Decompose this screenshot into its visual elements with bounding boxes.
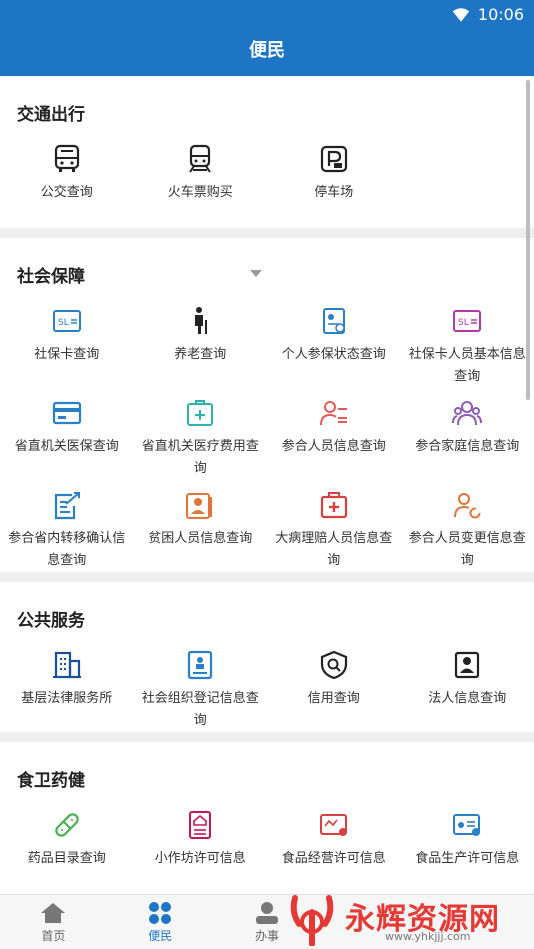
grid-item[interactable]: 省直机关医保查询 [0,398,134,490]
svg-text:SL: SL [458,318,469,328]
grid-item-label: 贫困人员信息查询 [148,531,253,546]
grid-item[interactable]: 信用查询 [267,650,401,732]
grid-item[interactable]: 个人参保状态查询 [267,306,401,398]
grid-item-label: 养老查询 [174,347,227,362]
status-bar: 10:06 [0,0,534,30]
id-card-icon [319,306,349,336]
grid-item-label: 法人信息查询 [428,691,507,706]
building-icon [52,650,82,680]
grid-item[interactable]: 参合人员信息查询 [267,398,401,490]
grid-item[interactable]: 社会组织登记信息查询 [134,650,268,732]
page-title: 便民 [0,30,534,76]
grid-item-label: 大病理赔人员信息查询 [275,531,393,568]
section-title: 交通出行 [17,105,85,125]
section-title: 食卫药健 [17,771,85,791]
person-refresh-icon [452,490,482,520]
family-icon [452,398,483,428]
parking-icon [319,144,349,174]
tab-home[interactable]: 首页 [0,895,107,949]
grid-item-label: 省直机关医保查询 [14,439,119,454]
section-social-security: 社会保障 SL 社保卡查询 养老查询 个人参保状态查询 SL 社保卡人员基本信息… [0,238,534,572]
grid-item[interactable]: 参合省内转移确认信息查询 [0,490,134,582]
grid-item[interactable]: 大病理赔人员信息查询 [267,490,401,582]
elderly-icon [185,306,215,336]
grid-item[interactable]: 食品经营许可信息 [267,810,401,870]
grid-item[interactable]: 养老查询 [134,306,268,398]
grid-item[interactable]: 小作坊许可信息 [134,810,268,870]
wifi-icon [452,8,470,22]
grid-item[interactable]: 公交查询 [0,144,134,204]
scrollbar[interactable] [526,80,530,400]
grid-item-label: 基层法律服务所 [21,691,113,706]
grid-item[interactable]: 药品目录查询 [0,810,134,870]
grid-item[interactable]: 参合人员变更信息查询 [401,490,534,582]
svg-text:SL: SL [58,318,69,328]
user-icon [255,902,278,924]
grid-item[interactable]: 火车票购买 [134,144,268,204]
transfer-doc-icon [52,490,82,520]
section-public-service: 公共服务 基层法律服务所 社会组织登记信息查询 信用查询 法人信息查询 [0,582,534,732]
section-food-health: 食卫药健 药品目录查询 小作坊许可信息 食品经营许可信息 食品生产许可信息 [0,742,534,894]
grid-item-label: 公交查询 [40,185,93,200]
grid-item[interactable]: SL 社保卡查询 [0,306,134,398]
grid-item-label: 药品目录查询 [27,851,106,866]
grid-item[interactable]: 停车场 [267,144,401,204]
sl-card-icon: SL [52,306,82,336]
grid-item-label: 参合家庭信息查询 [415,439,520,454]
legal-person-icon [452,650,482,680]
train-icon [185,144,215,174]
grid-item[interactable]: SL 社保卡人员基本信息查询 [401,306,534,398]
food-license-icon [319,810,349,840]
person-list-icon [319,398,349,428]
grid-item[interactable]: 基层法律服务所 [0,650,134,732]
grid-icon [149,902,172,924]
tab-label: 便民 [148,929,173,943]
section-transport: 交通出行 公交查询 火车票购买 停车场 [0,76,534,228]
home-icon [41,903,66,923]
first-aid-icon [319,490,349,520]
grid-item[interactable]: 食品生产许可信息 [401,810,534,870]
grid-item-label: 食品经营许可信息 [281,851,386,866]
grid-item[interactable]: 贫困人员信息查询 [134,490,268,582]
grid-item-label: 参合人员变更信息查询 [408,531,526,568]
org-doc-icon [185,650,215,680]
grid-item[interactable]: 法人信息查询 [401,650,534,732]
watermark: 永辉资源网 www.yhkjjj.com [285,888,534,949]
grid-item[interactable]: 省直机关医疗费用查询 [134,398,268,490]
main-content[interactable]: 交通出行 公交查询 火车票购买 停车场 社会保障 SL 社保卡查询 养老查询 个… [0,76,534,894]
bus-icon [52,144,82,174]
grid-item-label: 社保卡查询 [34,347,100,362]
chevron-down-icon[interactable] [250,270,262,277]
grid-item-label: 参合省内转移确认信息查询 [8,531,126,568]
medical-case-icon [185,398,215,428]
grid-item-label: 个人参保状态查询 [281,347,386,362]
grid-item-label: 小作坊许可信息 [154,851,246,866]
bank-card-icon [52,398,82,428]
divider [0,228,534,238]
workshop-doc-icon [185,810,215,840]
grid-item[interactable]: 参合家庭信息查询 [401,398,534,490]
section-title: 社会保障 [17,267,85,287]
grid-item-label: 火车票购买 [167,185,233,200]
grid-item-label: 社会组织登记信息查询 [141,691,259,728]
status-time: 10:06 [477,5,524,24]
section-title: 公共服务 [17,611,85,631]
divider [0,732,534,742]
grid-item-label: 食品生产许可信息 [415,851,520,866]
sl-card-icon: SL [452,306,482,336]
grid-item-label: 信用查询 [307,691,360,706]
tab-label: 首页 [41,929,66,943]
profile-card-icon [185,490,215,520]
pill-icon [52,810,82,840]
grid-item-label: 参合人员信息查询 [281,439,386,454]
production-license-icon [452,810,482,840]
grid-item-label: 省直机关医疗费用查询 [141,439,259,476]
tab-convenience[interactable]: 便民 [107,895,214,949]
grid-item-label: 停车场 [314,185,354,200]
grid-item-label: 社保卡人员基本信息查询 [408,347,526,384]
tab-label: 办事 [254,929,279,943]
credit-shield-icon [319,650,349,680]
watermark-logo-icon [290,895,334,946]
watermark-url: www.yhkjjj.com [385,930,471,943]
